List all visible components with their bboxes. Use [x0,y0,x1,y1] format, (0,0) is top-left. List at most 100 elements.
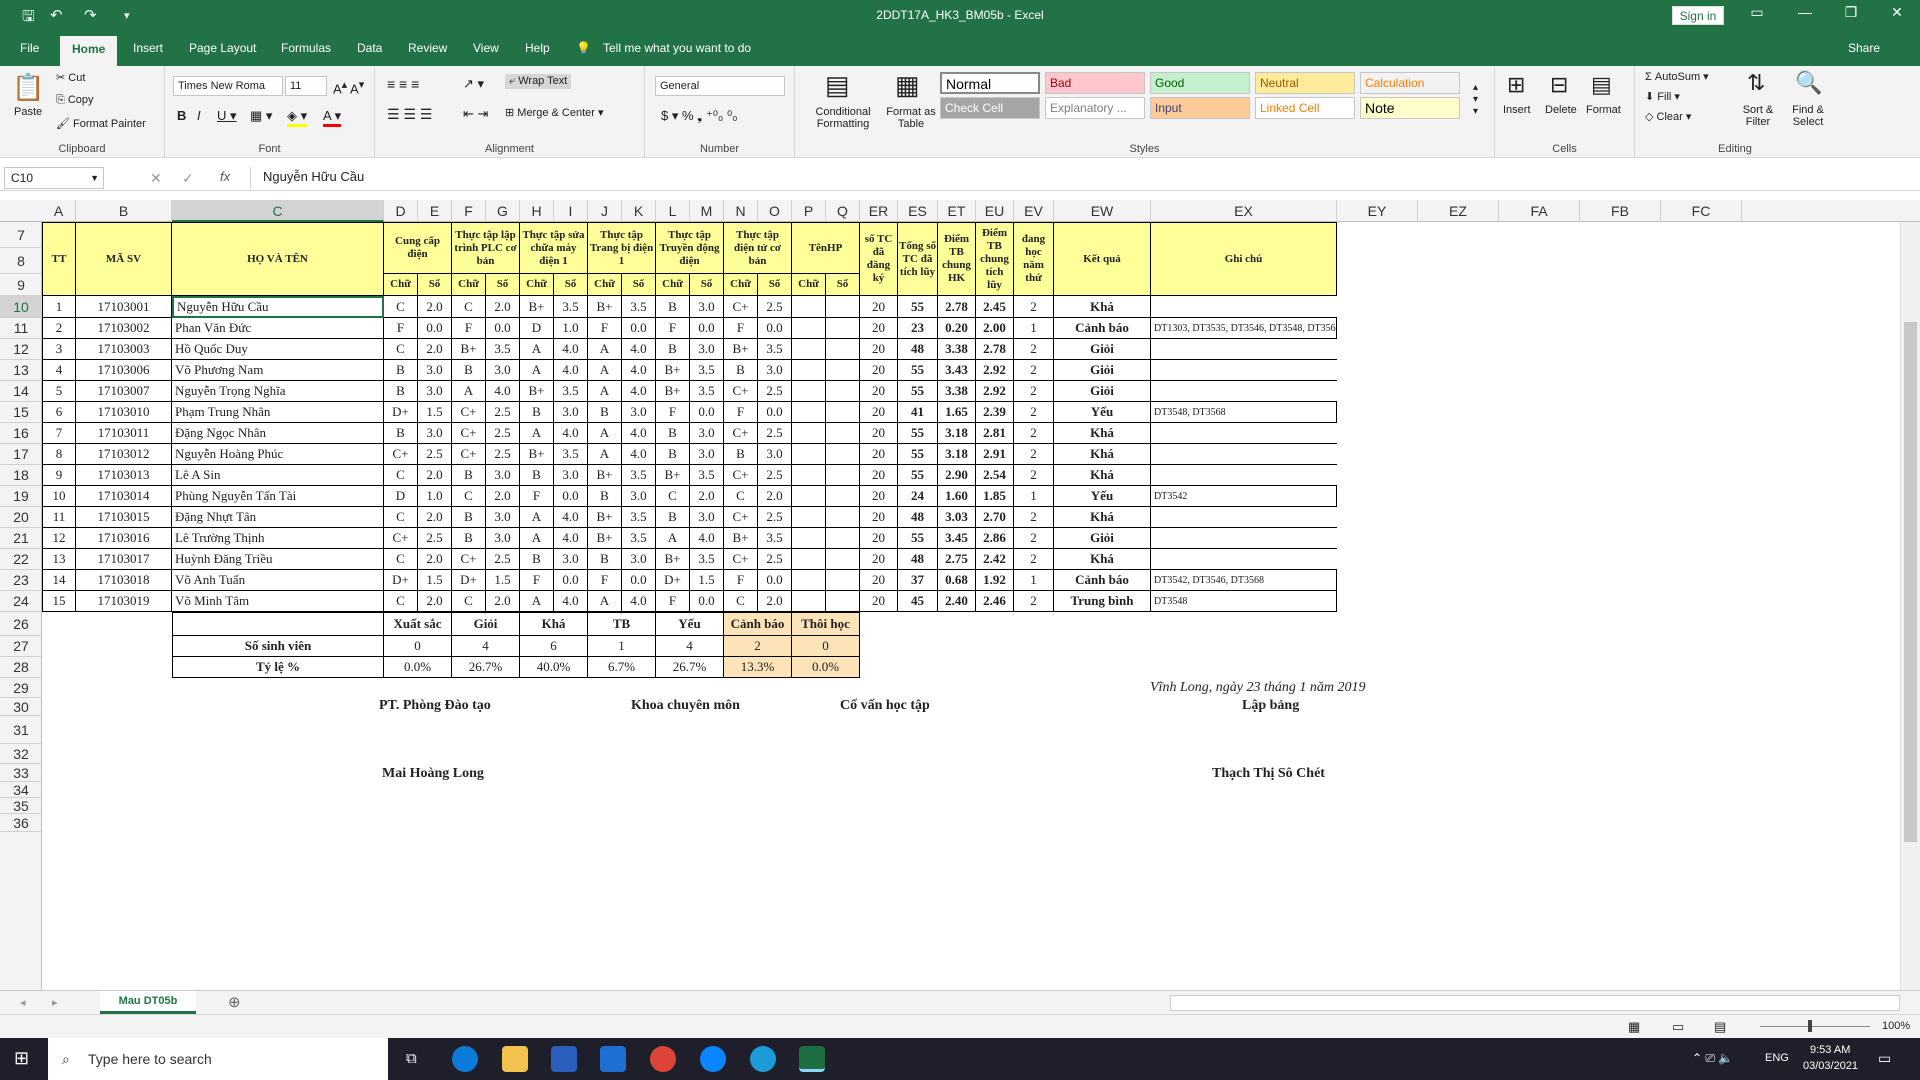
header-chu[interactable]: Chữ [384,274,418,296]
table-cell[interactable]: C [724,486,758,507]
table-cell[interactable]: 3.0 [486,507,520,528]
table-cell[interactable]: 17103002 [76,318,172,339]
table-cell[interactable]: F [656,402,690,423]
summary-percent[interactable]: 13.3% [724,657,792,678]
mail-icon[interactable] [600,1046,626,1072]
column-header-n[interactable]: N [724,200,758,222]
table-cell[interactable]: Lê A Sin [172,465,384,486]
table-cell[interactable]: 1 [1014,570,1054,591]
scroll-sheets-right-icon[interactable]: ▸ [52,996,58,1009]
table-cell[interactable]: F [588,570,622,591]
table-cell[interactable] [1151,444,1337,465]
table-cell[interactable]: 3.38 [938,339,976,360]
table-cell[interactable]: 17103015 [76,507,172,528]
header-subject[interactable]: Thực tập sửa chữa máy điện 1 [520,222,588,274]
table-cell[interactable]: 3.5 [690,465,724,486]
table-cell[interactable]: 17103016 [76,528,172,549]
task-view-icon[interactable]: ⧉ [406,1050,417,1067]
table-cell[interactable]: 48 [898,507,938,528]
column-header-l[interactable]: L [656,200,690,222]
table-cell[interactable]: C+ [724,465,758,486]
table-cell[interactable]: 0.0 [690,402,724,423]
table-cell[interactable]: 1.5 [418,402,452,423]
table-cell[interactable]: 0.68 [938,570,976,591]
row-header-34[interactable]: 34 [0,782,42,798]
table-cell[interactable]: 23 [898,318,938,339]
table-cell[interactable]: F [520,570,554,591]
table-cell[interactable]: A [588,444,622,465]
header-subject[interactable]: Cung cấp điện [384,222,452,274]
table-cell[interactable] [792,444,826,465]
row-header-30[interactable]: 30 [0,698,42,716]
table-cell[interactable]: F [588,318,622,339]
header-er[interactable]: số TC đã đăng ký [860,222,898,296]
windows-start-icon[interactable]: ⊞ [14,1048,29,1069]
table-cell[interactable]: B [588,549,622,570]
summary-percent[interactable]: 40.0% [520,657,588,678]
table-cell[interactable]: F [452,318,486,339]
table-cell[interactable]: 48 [898,339,938,360]
column-header-es[interactable]: ES [898,200,938,222]
header-ex[interactable]: Ghi chú [1151,222,1337,296]
table-cell[interactable]: 4.0 [690,528,724,549]
table-cell[interactable]: 2.5 [758,549,792,570]
row-header-29[interactable]: 29 [0,678,42,698]
table-cell[interactable]: 2 [1014,360,1054,381]
summary-percent[interactable]: 6.7% [588,657,656,678]
table-cell[interactable]: 2.0 [418,465,452,486]
table-cell[interactable]: C+ [724,381,758,402]
tab-page-layout[interactable]: Page Layout [189,41,256,55]
table-cell[interactable] [826,318,860,339]
table-cell[interactable]: C+ [384,444,418,465]
table-cell[interactable]: 2 [1014,423,1054,444]
table-cell[interactable]: 20 [860,465,898,486]
currency-icon[interactable]: $ ▾ % ❟ ⁺⁰₀ ⁰₀ [661,108,738,124]
table-cell[interactable]: F [724,402,758,423]
header-chu[interactable]: Chữ [588,274,622,296]
table-cell[interactable]: 2.75 [938,549,976,570]
styles-scroll-icon[interactable]: ▴ ▾ ▾ [1473,82,1478,118]
table-cell[interactable]: 20 [860,402,898,423]
summary-row-label[interactable]: Tỷ lệ % [172,657,384,678]
table-cell[interactable]: 3.5 [622,296,656,318]
table-cell[interactable]: B+ [724,339,758,360]
table-cell[interactable]: 4.0 [622,591,656,612]
row-header-31[interactable]: 31 [0,716,42,744]
table-cell[interactable]: 3.18 [938,423,976,444]
table-cell[interactable]: 3.0 [622,549,656,570]
header-so[interactable]: Số [554,274,588,296]
table-cell[interactable]: 17103013 [76,465,172,486]
column-header-ex[interactable]: EX [1151,200,1337,222]
table-cell[interactable]: C+ [724,549,758,570]
table-cell[interactable]: Khá [1054,465,1151,486]
table-cell[interactable]: A [520,507,554,528]
column-header-ey[interactable]: EY [1337,200,1418,222]
column-header-er[interactable]: ER [860,200,898,222]
page-break-view-icon[interactable]: ▤ [1714,1019,1726,1035]
table-cell[interactable]: 3.5 [554,296,588,318]
column-header-fc[interactable]: FC [1661,200,1742,222]
table-cell[interactable]: 1 [42,296,76,318]
table-cell[interactable]: 2.00 [976,318,1014,339]
header-subject[interactable]: Thực tập Trang bị điện 1 [588,222,656,274]
header-tt[interactable]: TT [42,222,76,296]
column-header-p[interactable]: P [792,200,826,222]
tab-insert[interactable]: Insert [133,41,163,55]
table-cell[interactable]: 1.85 [976,486,1014,507]
italic-button[interactable]: I [197,108,201,123]
table-cell[interactable]: 17103010 [76,402,172,423]
cell-style-note[interactable]: Note [1360,97,1460,119]
font-name-select[interactable]: Times New Roma [173,76,283,96]
table-cell[interactable] [826,360,860,381]
row-header-21[interactable]: 21 [0,528,42,549]
table-cell[interactable]: 4.0 [486,381,520,402]
table-cell[interactable]: 2 [1014,402,1054,423]
sign-in-button[interactable]: Sign in [1672,6,1724,25]
header-so[interactable]: Số [418,274,452,296]
table-cell[interactable]: B [384,423,418,444]
summary-count[interactable]: 1 [588,636,656,657]
column-header-et[interactable]: ET [938,200,976,222]
table-cell[interactable]: 20 [860,423,898,444]
table-cell[interactable]: 15 [42,591,76,612]
table-cell[interactable]: Cảnh báo [1054,570,1151,591]
